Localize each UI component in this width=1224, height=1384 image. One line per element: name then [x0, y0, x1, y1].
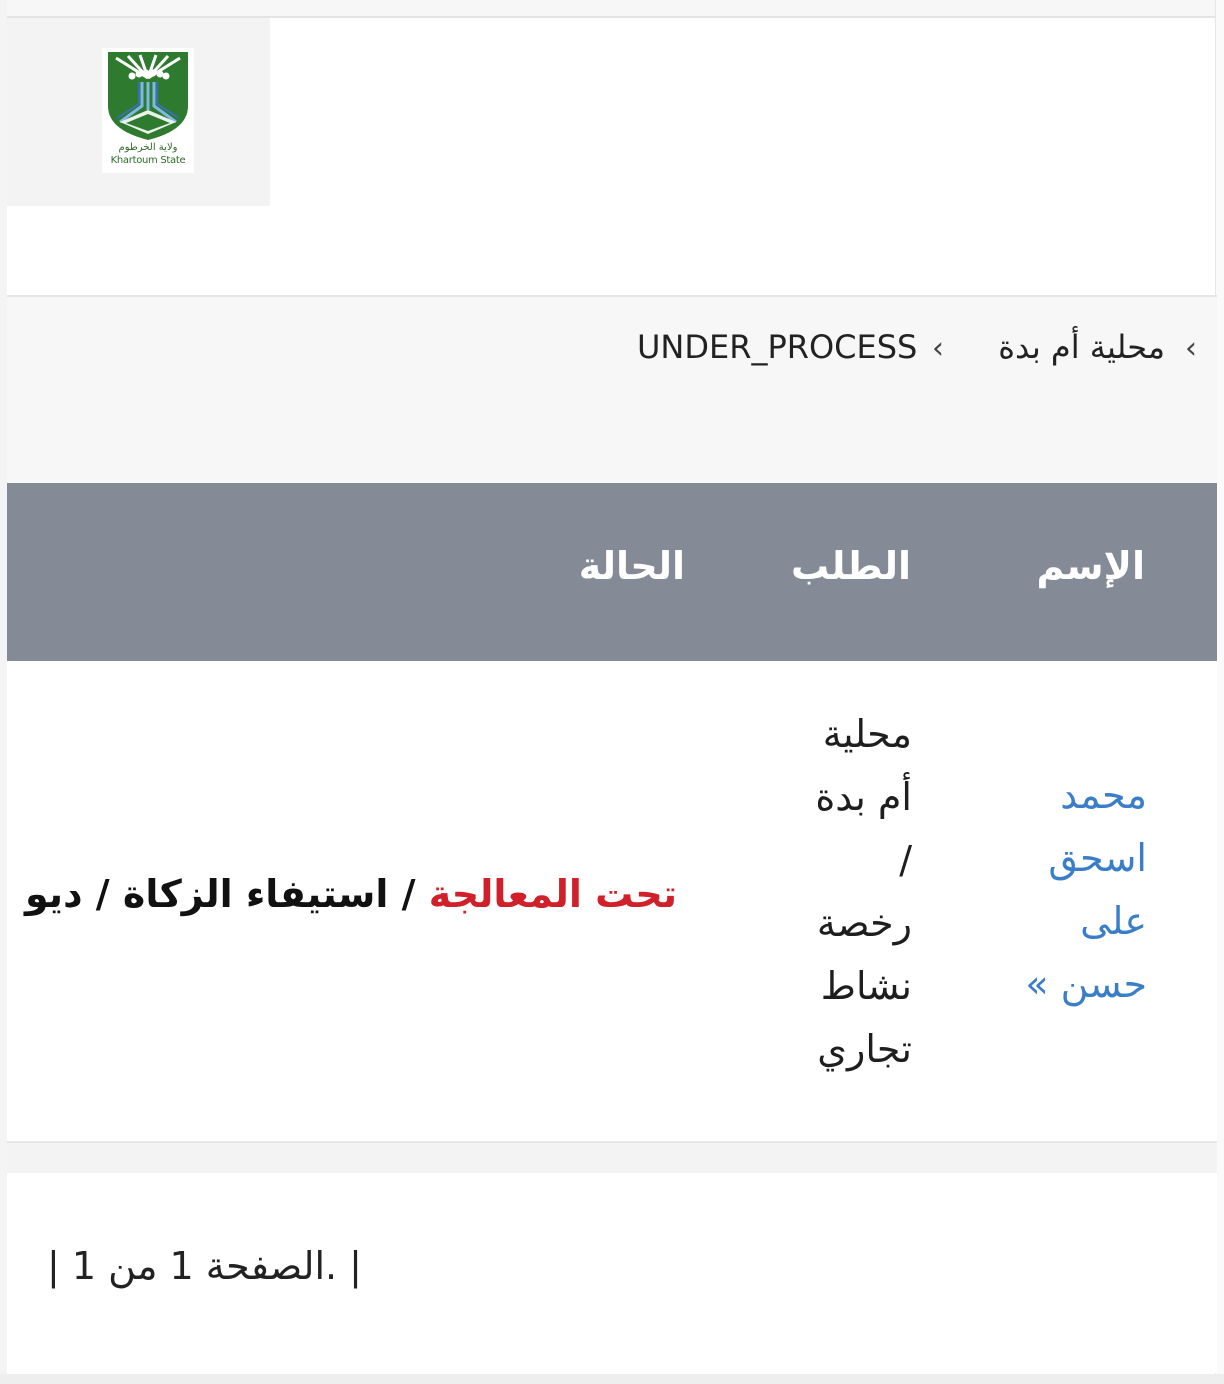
- column-header-name[interactable]: الإسم: [1037, 543, 1146, 589]
- logo-english-text: Khartoum State: [110, 155, 186, 166]
- breadcrumb: ‹ محلية أم بدة ‹ UNDER_PROCESS: [7, 295, 1217, 485]
- table-header: الإسم الطلب الحالة: [7, 483, 1217, 661]
- status-details: / استيفاء الزكاة / ديو: [24, 872, 429, 916]
- request-line: /: [899, 838, 912, 882]
- status-text: تحت المعالجة / استيفاء الزكاة / ديو: [25, 869, 677, 919]
- request-line: تجاري: [817, 1027, 912, 1071]
- khartoum-state-logo[interactable]: ولاية الخرطوم Khartoum State: [102, 48, 194, 173]
- logo-arabic-text: ولاية الخرطوم: [118, 142, 178, 153]
- breadcrumb-item-um-badda[interactable]: محلية أم بدة: [998, 327, 1165, 367]
- request-line: أم بدة: [815, 775, 912, 819]
- name-line: اسحق: [1048, 836, 1147, 880]
- logo-container: ولاية الخرطوم Khartoum State: [7, 18, 270, 206]
- request-line: نشاط: [820, 964, 912, 1008]
- page: ولاية الخرطوم Khartoum State ‹ محلية أم …: [0, 0, 1224, 1384]
- row-separator: [7, 1141, 1217, 1175]
- left-edge: [0, 0, 7, 1384]
- bottom-strip: [0, 1374, 1224, 1384]
- top-strip: [0, 0, 1224, 18]
- column-header-request[interactable]: الطلب: [791, 543, 911, 589]
- table-row: محمد اسحق على حسن » محلية أم بدة / رخصة …: [7, 661, 1217, 1141]
- khartoum-emblem-icon: [108, 52, 188, 140]
- request-line: رخصة: [816, 901, 912, 945]
- chevron-left-icon: ‹: [1185, 331, 1197, 366]
- request-line: محلية: [822, 712, 912, 756]
- status-under-process: تحت المعالجة: [428, 872, 677, 916]
- name-line: حسن »: [1025, 962, 1147, 1006]
- pagination-info: | الصفحة 1 من 1. |: [47, 1244, 362, 1288]
- request-cell: محلية أم بدة / رخصة نشاط تجاري: [792, 703, 912, 1081]
- table-footer: | الصفحة 1 من 1. |: [7, 1173, 1217, 1373]
- applicant-name-link[interactable]: محمد اسحق على حسن »: [997, 764, 1147, 1016]
- chevron-left-icon: ‹: [932, 331, 944, 366]
- breadcrumb-item-status[interactable]: UNDER_PROCESS: [637, 327, 917, 367]
- name-line: على: [1080, 899, 1147, 943]
- column-header-status[interactable]: الحالة: [579, 543, 685, 589]
- status-cell: تحت المعالجة / استيفاء الزكاة / ديو: [7, 869, 677, 919]
- name-line: محمد: [1060, 773, 1147, 817]
